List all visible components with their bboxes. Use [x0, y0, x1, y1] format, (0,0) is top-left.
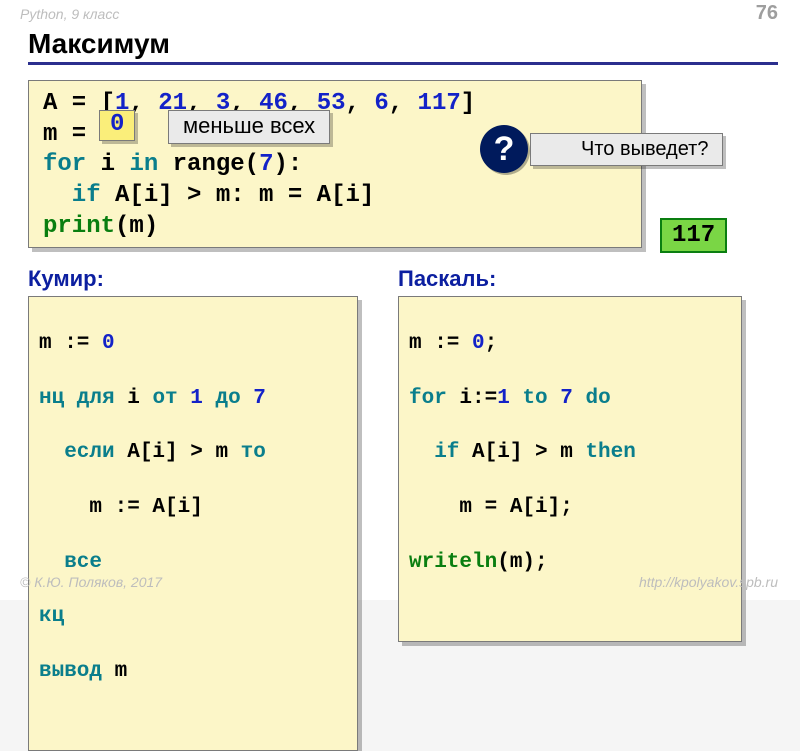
pascal-l1: m := 0;: [409, 330, 731, 357]
label-pascal: Паскаль:: [398, 266, 496, 292]
kumir-l4: m := A[i]: [39, 494, 347, 521]
kumir-l7: вывод m: [39, 658, 347, 685]
kumir-code-box: m := 0 нц для i от 1 до 7 если A[i] > m …: [28, 296, 358, 751]
header: Python, 9 класс 76: [0, 0, 800, 30]
page-number: 76: [756, 2, 778, 25]
kumir-l5: все: [39, 549, 347, 576]
pascal-l3: if A[i] > m then: [409, 439, 731, 466]
kumir-l1: m := 0: [39, 330, 347, 357]
kumir-l3: если A[i] > m то: [39, 439, 347, 466]
course-label: Python, 9 класс: [20, 6, 119, 22]
footer-url: http://kpolyakov.spb.ru: [639, 574, 778, 590]
slide: Python, 9 класс 76 Максимум A = [1, 21, …: [0, 0, 800, 600]
callout-what-prints: Что выведет?: [530, 133, 723, 166]
answer-box: 117: [660, 218, 727, 253]
code-line-4: if A[i] > m: m = A[i]: [43, 181, 627, 212]
slide-title: Максимум: [28, 28, 778, 60]
zero-highlight: 0: [99, 110, 135, 141]
footer-copyright: © К.Ю. Поляков, 2017: [20, 574, 162, 590]
pascal-l4: m = A[i];: [409, 494, 731, 521]
kumir-l6: кц: [39, 603, 347, 630]
label-kumir: Кумир:: [28, 266, 104, 292]
code-line-5: print(m): [43, 212, 627, 243]
kumir-l2: нц для i от 1 до 7: [39, 385, 347, 412]
title-underline: [28, 62, 778, 65]
callout-less-than-all: меньше всех: [168, 110, 330, 144]
title-block: Максимум: [28, 28, 778, 65]
pascal-l5: writeln(m);: [409, 549, 731, 576]
pascal-l2: for i:=1 to 7 do: [409, 385, 731, 412]
question-mark-icon: ?: [480, 125, 528, 173]
